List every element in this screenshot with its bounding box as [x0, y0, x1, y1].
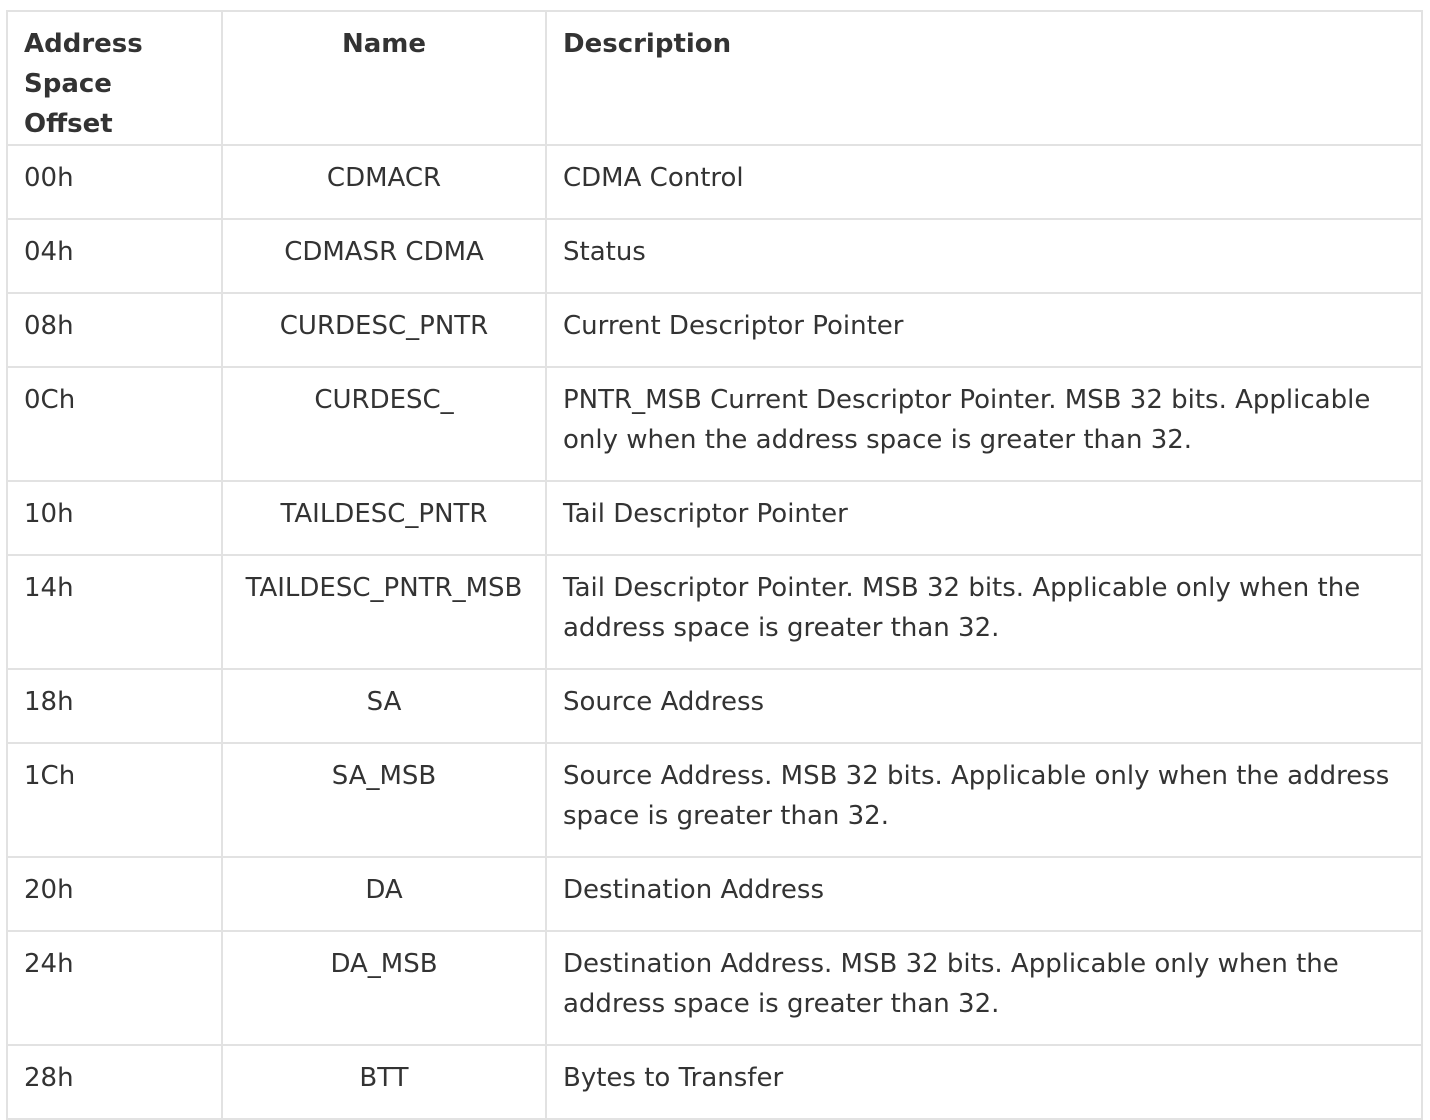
table-row: 0Ch CURDESC_ PNTR_MSB Current Descriptor… [6, 366, 1423, 482]
cell-description: Tail Descriptor Pointer. MSB 32 bits. Ap… [545, 554, 1423, 670]
table-row: 28h BTT Bytes to Transfer [6, 1044, 1423, 1120]
table-row: 1Ch SA_MSB Source Address. MSB 32 bits. … [6, 742, 1423, 858]
cell-offset: 0Ch [6, 366, 223, 482]
cell-name: CDMACR [221, 144, 547, 220]
header-description: Description [545, 10, 1423, 146]
cell-description: Status [545, 218, 1423, 294]
cell-offset: 10h [6, 480, 223, 556]
header-offset: Address Space Offset [6, 10, 223, 146]
cell-description: Bytes to Transfer [545, 1044, 1423, 1120]
cell-name: TAILDESC_PNTR_MSB [221, 554, 547, 670]
cell-name: CURDESC_ [221, 366, 547, 482]
table-row: 20h DA Destination Address [6, 856, 1423, 932]
header-name: Name [221, 10, 547, 146]
cell-offset: 14h [6, 554, 223, 670]
cell-description: Source Address [545, 668, 1423, 744]
cell-offset: 1Ch [6, 742, 223, 858]
cell-name: TAILDESC_PNTR [221, 480, 547, 556]
cell-name: BTT [221, 1044, 547, 1120]
cell-description: Source Address. MSB 32 bits. Applicable … [545, 742, 1423, 858]
table-row: 18h SA Source Address [6, 668, 1423, 744]
cell-name: CURDESC_PNTR [221, 292, 547, 368]
register-table: Address Space Offset Name Description 00… [6, 10, 1423, 1120]
cell-name: DA [221, 856, 547, 932]
cell-offset: 18h [6, 668, 223, 744]
cell-offset: 28h [6, 1044, 223, 1120]
cell-offset: 20h [6, 856, 223, 932]
cell-name: SA_MSB [221, 742, 547, 858]
table-row: 04h CDMASR CDMA Status [6, 218, 1423, 294]
table-row: 10h TAILDESC_PNTR Tail Descriptor Pointe… [6, 480, 1423, 556]
table-row: 14h TAILDESC_PNTR_MSB Tail Descriptor Po… [6, 554, 1423, 670]
table-row: 00h CDMACR CDMA Control [6, 144, 1423, 220]
table-header-row: Address Space Offset Name Description [6, 10, 1423, 146]
cell-offset: 08h [6, 292, 223, 368]
cell-description: Tail Descriptor Pointer [545, 480, 1423, 556]
cell-description: Destination Address. MSB 32 bits. Applic… [545, 930, 1423, 1046]
cell-name: SA [221, 668, 547, 744]
cell-offset: 04h [6, 218, 223, 294]
cell-offset: 24h [6, 930, 223, 1046]
table-row: 08h CURDESC_PNTR Current Descriptor Poin… [6, 292, 1423, 368]
table-row: 24h DA_MSB Destination Address. MSB 32 b… [6, 930, 1423, 1046]
cell-description: CDMA Control [545, 144, 1423, 220]
cell-name: DA_MSB [221, 930, 547, 1046]
cell-name: CDMASR CDMA [221, 218, 547, 294]
cell-description: Current Descriptor Pointer [545, 292, 1423, 368]
cell-description: Destination Address [545, 856, 1423, 932]
cell-offset: 00h [6, 144, 223, 220]
cell-description: PNTR_MSB Current Descriptor Pointer. MSB… [545, 366, 1423, 482]
